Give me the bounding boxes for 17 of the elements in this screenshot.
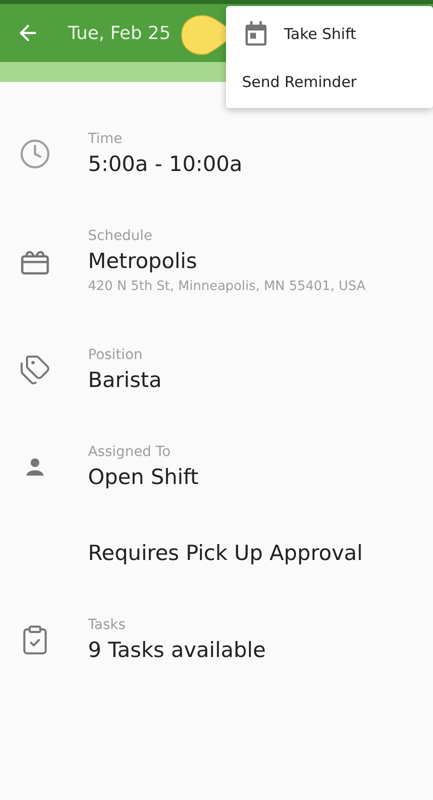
field-label: Assigned To bbox=[88, 443, 172, 461]
field-value: Requires Pick Up Approval bbox=[88, 540, 363, 566]
menu-item[interactable]: Take Shift bbox=[226, 10, 433, 58]
address-text: 420 N 5th St, Minneapolis, MN 55401, USA bbox=[88, 278, 366, 296]
field-value: Open Shift bbox=[88, 464, 198, 490]
header-title: Tue, Feb 25 bbox=[68, 22, 171, 44]
field-value: Barista bbox=[88, 367, 162, 393]
field-label: Tasks bbox=[88, 616, 127, 634]
field-value: Metropolis bbox=[88, 248, 198, 274]
menu-item[interactable]: Send Reminder bbox=[226, 58, 433, 106]
clock-icon bbox=[19, 138, 51, 170]
field-label: Time bbox=[88, 130, 124, 148]
field-value: 5:00a - 10:00a bbox=[88, 151, 242, 177]
field-label: Position bbox=[88, 346, 144, 364]
tag-icon bbox=[19, 354, 51, 386]
field-value: 9 Tasks available bbox=[88, 637, 266, 663]
field-label: Schedule bbox=[88, 227, 154, 245]
